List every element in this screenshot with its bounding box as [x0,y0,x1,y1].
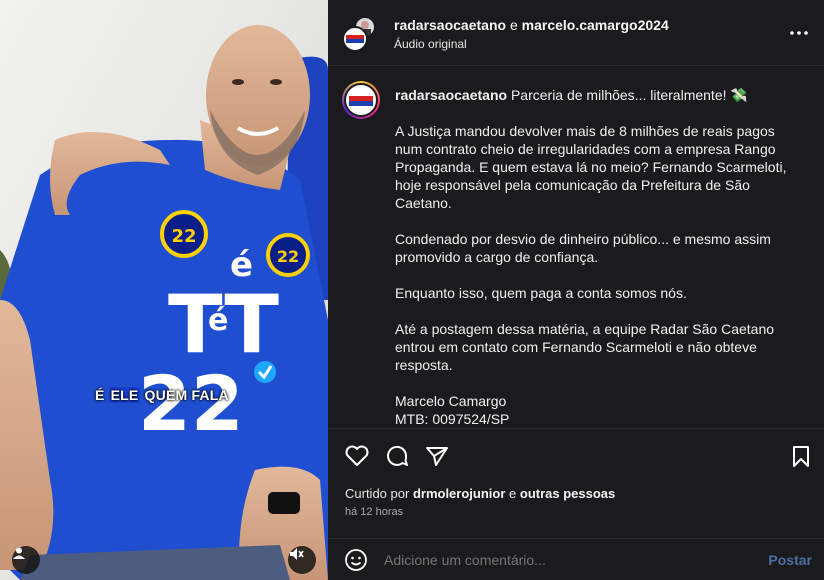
caption-pre: É [95,387,109,403]
likes-user-link[interactable]: drmolerojunior [413,486,505,501]
caption-avatar[interactable] [342,81,380,119]
comment-bar: Postar [328,538,824,580]
tagged-users-button[interactable] [12,546,40,574]
header-conj: e [509,17,518,33]
likes-others-link[interactable]: outras pessoas [520,486,615,501]
post-timestamp[interactable]: há 12 horas [345,506,403,518]
likes-prefix: Curtido por [345,486,410,501]
likes-conj: e [509,486,517,501]
bookmark-icon [793,446,809,467]
post-media[interactable]: é TT é 22 22 22 É ELE QUEM FALA [0,0,328,580]
header-user2-link[interactable]: marcelo.camargo2024 [522,17,669,33]
more-icon [790,31,808,35]
likes-summary: Curtido por drmolerojunior e outras pess… [345,486,615,501]
caption-paragraph-2: Condenado por desvio de dinheiro público… [395,231,771,265]
radar-logo-icon [349,96,373,106]
header-user1-link[interactable]: radarsaocaetano [394,17,506,33]
signature-name: Marcelo Camargo [395,393,507,409]
heart-icon [345,445,369,466]
user-icon [13,547,25,559]
collab-avatars[interactable] [342,16,378,52]
mute-button[interactable] [288,546,316,574]
svg-text:22: 22 [138,359,244,448]
avatar-radarsaocaetano [342,26,368,52]
caption-signature: Marcelo Camargo MTB: 0097524/SP [395,392,800,428]
like-button[interactable] [344,443,370,469]
post-comment-button[interactable]: Postar [768,552,812,568]
comment-input[interactable] [384,552,744,568]
share-button[interactable] [424,443,450,469]
emoji-button[interactable] [344,548,368,572]
caption-post: QUEM FALA [140,387,229,403]
post-panel: radarsaocaetano e marcelo.camargo2024 Áu… [328,0,824,580]
audio-label[interactable]: Áudio original [394,37,467,51]
caption-intro: Parceria de milhões... literalmente! 💸 [510,87,748,103]
caption-paragraph-1: A Justiça mandou devolver mais de 8 milh… [395,123,787,211]
caption-paragraph-3: Enquanto isso, quem paga a conta somos n… [395,285,687,301]
comment-button[interactable] [384,443,410,469]
post-video-frame: é TT é 22 [0,0,328,580]
muted-speaker-icon [290,548,304,560]
more-options-button[interactable] [788,22,810,44]
caption-username[interactable]: radarsaocaetano [395,87,507,103]
comment-icon [387,445,408,466]
smiley-icon [345,549,367,571]
post-caption: radarsaocaetano Parceria de milhões... l… [395,86,800,428]
svg-text:é: é [208,303,228,338]
caption-highlight: ELE [108,387,141,403]
collab-usernames: radarsaocaetano e marcelo.camargo2024 [394,17,669,33]
post-header: radarsaocaetano e marcelo.camargo2024 Áu… [328,0,824,66]
save-button[interactable] [788,443,814,469]
post-caption-area: radarsaocaetano Parceria de milhões... l… [328,66,824,428]
signature-mtb: MTB: 0097524/SP [395,411,510,427]
caption-paragraph-4: Até a postagem dessa matéria, a equipe R… [395,321,775,373]
action-bar [328,428,824,482]
video-caption: É ELE QUEM FALA [95,387,229,403]
send-icon [426,447,448,466]
